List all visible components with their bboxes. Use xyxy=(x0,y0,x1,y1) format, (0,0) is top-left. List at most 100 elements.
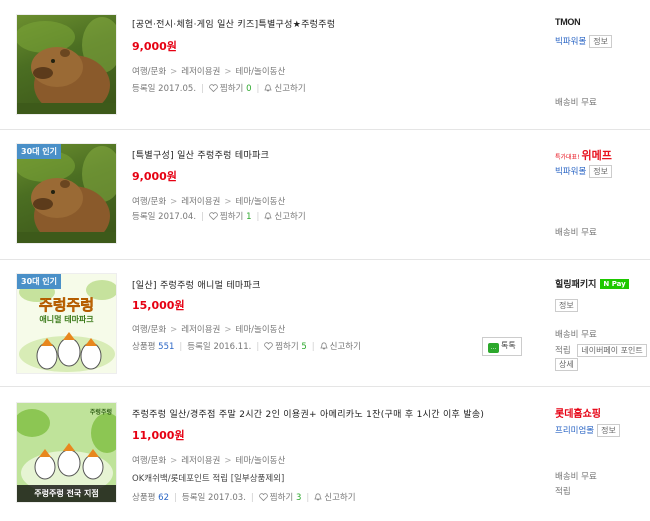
review-count[interactable]: 62 xyxy=(158,493,169,503)
age-badge: 30대 인기 xyxy=(17,144,61,159)
shipping-fee: 배송비 무료 xyxy=(555,228,597,238)
product-price: 9,000원 xyxy=(132,40,177,53)
category-link[interactable]: 레저이용권 xyxy=(181,67,220,77)
category-path: 여행/문화 > 레저이용권 > 테마/놀이동산 xyxy=(132,67,286,77)
wish-count: 1 xyxy=(246,212,252,222)
category-link[interactable]: 여행/문화 xyxy=(132,67,166,77)
product-meta: 등록일 2017.04. | 찜하기 1 | 신고하기 xyxy=(132,212,306,222)
heart-icon xyxy=(264,342,273,350)
report-button[interactable]: 신고하기 xyxy=(320,342,361,352)
reg-label: 등록일 xyxy=(187,342,211,352)
mall-info-button[interactable]: 정보 xyxy=(555,299,578,312)
wish-count: 0 xyxy=(246,84,252,94)
shipping-fee: 배송비 무료 xyxy=(555,472,597,482)
point-badge: 네이버페이 포인트 xyxy=(577,344,647,357)
category-link[interactable]: 여행/문화 xyxy=(132,197,166,207)
heart-icon xyxy=(258,493,268,501)
reg-date: 2016.11. xyxy=(213,342,252,352)
product-title[interactable]: 주렁주렁 일산/경주점 주말 2시간 2인 이용권+ 아메리카노 1잔(구매 후… xyxy=(132,407,484,420)
thumb-title: 주렁주렁 xyxy=(38,296,95,315)
wish-button[interactable]: 찜하기 3 xyxy=(258,493,302,503)
product-price: 11,000원 xyxy=(132,429,185,442)
point-row: 적립 네이버페이 포인트 xyxy=(555,344,647,357)
product-price: 9,000원 xyxy=(132,170,177,183)
point-label: 적립 xyxy=(555,487,571,497)
shipping-fee: 배송비 무료 xyxy=(555,98,597,108)
category-path: 여행/문화 > 레저이용권 > 테마/놀이동산 xyxy=(132,197,286,207)
mall-info-button[interactable]: 정보 xyxy=(589,165,613,178)
mall-logo-lotte[interactable]: 롯데홈쇼핑 xyxy=(555,405,601,420)
wish-count: 5 xyxy=(301,342,307,352)
chat-icon: … xyxy=(488,343,499,353)
review-count[interactable]: 551 xyxy=(158,342,174,352)
bell-icon xyxy=(314,493,322,501)
product-item: [공연·전시·체험·게임 일산 키즈]특별구성★주렁주렁 9,000원 여행/문… xyxy=(0,0,650,130)
product-thumbnail[interactable]: 주렁주렁 주렁주렁 전국 지점 xyxy=(16,402,117,503)
product-thumbnail[interactable] xyxy=(16,14,117,115)
reg-date: 2017.05. xyxy=(158,84,197,94)
category-path: 여행/문화 > 레저이용권 > 테마/놀이동산 xyxy=(132,325,286,335)
mall-name[interactable]: 힐링패키지 N Pay xyxy=(555,277,629,290)
mall-grade: 빅파워몰 정보 xyxy=(555,35,613,48)
age-badge: 30대 인기 xyxy=(17,274,61,289)
product-title[interactable]: [공연·전시·체험·게임 일산 키즈]특별구성★주렁주렁 xyxy=(132,17,335,30)
bell-icon xyxy=(264,212,272,220)
shipping-fee: 배송비 무료 xyxy=(555,330,597,340)
product-item: 30대 인기 [특별구성] 일산 주렁주렁 테마파크 9,000원 여행/문화 >… xyxy=(0,130,650,260)
reg-date: 2017.04. xyxy=(158,212,197,222)
detail-button[interactable]: 상세 xyxy=(555,358,578,371)
thumb-subtitle: 애니멀 테마파크 xyxy=(39,315,94,324)
product-meta: 상품평 62 | 등록일 2017.03. | 찜하기 3 | 신고하기 xyxy=(132,493,356,503)
wish-button[interactable]: 찜하기 1 xyxy=(209,212,252,222)
category-link[interactable]: 여행/문화 xyxy=(132,325,166,335)
capybara-image xyxy=(17,17,116,114)
product-title[interactable]: [일산] 주렁주렁 애니멀 테마파크 xyxy=(132,278,261,291)
mall-info-button[interactable]: 정보 xyxy=(597,424,620,437)
talktalk-button[interactable]: … 톡톡 xyxy=(482,337,522,356)
mall-grade: 프리미엄몰 정보 xyxy=(555,424,620,437)
product-thumbnail[interactable]: 주렁주렁 애니멀 테마파크 30대 인기 xyxy=(16,273,117,374)
reg-label: 등록일 xyxy=(181,493,206,503)
category-path: 여행/문화 > 레저이용권 > 테마/놀이동산 xyxy=(132,456,286,466)
npay-badge: N Pay xyxy=(600,279,629,289)
category-link[interactable]: 레저이용권 xyxy=(181,325,220,335)
point-info: OK캐쉬백/롯데포인트 적립 [일부상품제외] xyxy=(132,474,285,484)
product-item: 주렁주렁 애니멀 테마파크 30대 인기 [일산] 주렁주렁 애니멀 테마파크 … xyxy=(0,260,650,387)
mall-info-row: 정보 xyxy=(555,299,578,312)
wish-button[interactable]: 찜하기 0 xyxy=(209,84,252,94)
detail-row: 상세 xyxy=(555,358,578,371)
heart-icon xyxy=(209,212,218,220)
branch-banner: 주렁주렁 전국 지점 xyxy=(17,485,116,502)
product-title[interactable]: [특별구성] 일산 주렁주렁 테마파크 xyxy=(132,148,269,161)
report-button[interactable]: 신고하기 xyxy=(264,212,306,222)
reg-label: 등록일 xyxy=(132,84,156,94)
wish-button[interactable]: 찜하기 5 xyxy=(264,342,307,352)
category-link[interactable]: 여행/문화 xyxy=(132,456,166,466)
product-meta: 상품평 551 | 등록일 2016.11. | 찜하기 5 | 신고하기 xyxy=(132,342,361,352)
reg-date: 2017.03. xyxy=(208,493,246,503)
mall-info-button[interactable]: 정보 xyxy=(589,35,613,48)
capybara-image xyxy=(17,146,116,243)
report-button[interactable]: 신고하기 xyxy=(264,84,306,94)
mall-logo-wemakeprice[interactable]: 특가대표! 위메프 xyxy=(555,147,612,163)
thumb-logo: 주렁주렁 xyxy=(89,409,112,416)
review-label: 상품평 xyxy=(132,493,156,503)
mall-logo-tmon[interactable]: TMON xyxy=(555,17,581,27)
category-link[interactable]: 레저이용권 xyxy=(181,456,220,466)
category-link[interactable]: 테마/놀이동산 xyxy=(236,67,286,77)
mall-grade: 빅파워몰 정보 xyxy=(555,165,613,178)
product-thumbnail[interactable]: 30대 인기 xyxy=(16,143,117,244)
category-link[interactable]: 테마/놀이동산 xyxy=(236,456,286,466)
product-price: 15,000원 xyxy=(132,299,185,312)
reg-label: 등록일 xyxy=(132,212,156,222)
report-button[interactable]: 신고하기 xyxy=(314,493,356,503)
category-link[interactable]: 테마/놀이동산 xyxy=(236,325,286,335)
wish-count: 3 xyxy=(295,493,302,503)
bell-icon xyxy=(264,84,272,92)
bell-icon xyxy=(320,342,328,350)
heart-icon xyxy=(209,84,218,92)
product-meta: 등록일 2017.05. | 찜하기 0 | 신고하기 xyxy=(132,84,306,94)
product-item: 주렁주렁 주렁주렁 전국 지점 주렁주렁 일산/경주점 주말 2시간 2인 이용… xyxy=(0,387,650,521)
category-link[interactable]: 테마/놀이동산 xyxy=(236,197,286,207)
category-link[interactable]: 레저이용권 xyxy=(181,197,220,207)
